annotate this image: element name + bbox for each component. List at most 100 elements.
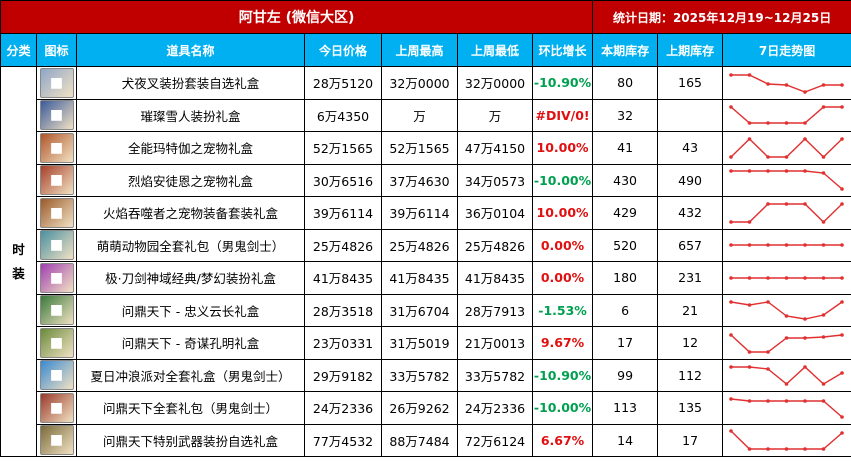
- trend-point: [840, 243, 844, 248]
- trend-cell: [722, 423, 851, 457]
- last-week-high-cell: 26万9262: [381, 391, 458, 425]
- column-header-today-price: 今日价格: [304, 33, 382, 67]
- previous-stock-cell: 112: [657, 358, 724, 392]
- last-week-low-cell: 21万0013: [457, 326, 533, 360]
- trend-point: [766, 243, 770, 248]
- trend-line: [731, 366, 843, 386]
- icon-glyph: ■: [49, 204, 64, 221]
- icon-cell: ■: [36, 293, 77, 327]
- trend-point: [729, 300, 733, 305]
- trend-point: [784, 243, 789, 248]
- item-name-cell: 问鼎天下特别武器装扮自选礼盒: [76, 423, 305, 457]
- previous-stock-cell: 21: [657, 293, 724, 327]
- trend-point: [803, 169, 807, 174]
- item-name-cell: 极·刀剑神域经典/梦幻装扮礼盒: [76, 261, 305, 295]
- change-cell: 10.00%: [531, 131, 594, 165]
- trend-point: [821, 171, 826, 176]
- trend-point: [784, 398, 789, 403]
- trend-line: [730, 430, 843, 450]
- column-header-last-week-low: 上周最低: [457, 33, 533, 67]
- trend-point: [766, 349, 770, 354]
- trend-sparkline: [729, 332, 844, 354]
- weapon-select-box-icon: ■: [39, 425, 74, 456]
- icon-glyph: ■: [49, 432, 64, 449]
- conquest-package-icon: ■: [39, 392, 74, 423]
- trend-point: [821, 447, 826, 452]
- trend-sparkline: [729, 105, 844, 126]
- trend-cell: [722, 293, 851, 327]
- last-week-low-cell: 万: [457, 98, 533, 132]
- trend-point: [747, 398, 752, 403]
- icon-cell: ■: [36, 196, 77, 230]
- trend-point: [729, 72, 733, 77]
- trend-point: [784, 382, 789, 387]
- last-week-high-cell: 41万8435: [381, 261, 458, 295]
- table-row: ■ 夏日冲浪派对全套礼盒（男鬼剑士） 29万9182 33万5782 33万57…: [1, 358, 851, 392]
- table-row: ■ 极·刀剑神域经典/梦幻装扮礼盒 41万8435 41万8435 41万843…: [1, 261, 851, 295]
- change-cell: 6.67%: [531, 423, 594, 457]
- change-cell: -10.90%: [531, 66, 594, 100]
- trend-sparkline: [729, 365, 844, 387]
- trend-cell: [722, 326, 851, 360]
- trend-point: [803, 447, 807, 452]
- column-header-category: 分类: [0, 33, 37, 67]
- trend-point: [784, 154, 789, 159]
- trend-point: [747, 136, 752, 141]
- trend-point: [840, 431, 844, 436]
- current-stock-cell: 80: [592, 66, 659, 100]
- item-name-cell: 问鼎天下全套礼包（男鬼剑士）: [76, 391, 305, 425]
- column-header-last-week-high: 上周最高: [381, 33, 458, 67]
- trend-point: [766, 447, 770, 452]
- trend-line: [730, 106, 843, 124]
- trend-line: [731, 203, 843, 223]
- pet-gift-box-icon: ■: [39, 132, 74, 163]
- last-week-low-cell: 47万4150: [457, 131, 533, 165]
- trend-point: [840, 371, 844, 376]
- trend-point: [729, 219, 733, 224]
- icon-cell: ■: [36, 228, 77, 262]
- column-header-current-stock: 本期库存: [592, 33, 659, 67]
- zoo-package-icon: ■: [39, 230, 74, 261]
- trend-point: [821, 382, 826, 387]
- icon-glyph: ■: [49, 367, 64, 384]
- trend-cell: [722, 358, 851, 392]
- last-week-high-cell: 万: [381, 98, 458, 132]
- last-week-high-cell: 37万4630: [381, 163, 458, 197]
- table-row: ■ 问鼎天下特别武器装扮自选礼盒 77万4532 88万7484 72万6124…: [1, 423, 851, 457]
- change-cell: -10.90%: [531, 358, 594, 392]
- statistics-period: 统计日期：2025年12月19~12月25日: [592, 0, 851, 34]
- trend-point: [747, 349, 752, 354]
- today-price-cell: 29万9182: [304, 358, 382, 392]
- last-week-high-cell: 52万1565: [381, 131, 458, 165]
- trend-sparkline: [729, 169, 844, 192]
- icon-glyph: ■: [49, 302, 64, 319]
- trend-cell: [722, 391, 851, 425]
- previous-stock-cell: [657, 98, 724, 132]
- icon-cell: ■: [36, 261, 77, 295]
- today-price-cell: 52万1565: [304, 131, 382, 165]
- trend-point: [747, 365, 752, 370]
- last-week-low-cell: 72万6124: [457, 423, 533, 457]
- change-cell: 9.67%: [531, 326, 594, 360]
- trend-point: [784, 335, 789, 340]
- trend-point: [803, 398, 807, 403]
- today-price-cell: 41万8435: [304, 261, 382, 295]
- previous-stock-cell: 657: [657, 228, 724, 262]
- table-row: ■ 问鼎天下全套礼包（男鬼剑士） 24万2336 26万9262 24万2336…: [1, 391, 851, 425]
- table-row: ■ 问鼎天下 - 忠义云长礼盒 28万3518 31万6704 28万7913 …: [1, 293, 851, 327]
- trend-point: [821, 243, 826, 248]
- column-header-change: 环比增长: [531, 33, 594, 67]
- icon-glyph: ■: [49, 74, 64, 91]
- trend-point: [821, 82, 826, 87]
- last-week-low-cell: 34万0573: [457, 163, 533, 197]
- trend-sparkline: [729, 275, 844, 280]
- trend-point: [747, 275, 752, 280]
- previous-stock-cell: 165: [657, 66, 724, 100]
- trend-point: [747, 121, 752, 126]
- today-price-cell: 30万6516: [304, 163, 382, 197]
- trend-line: [730, 137, 843, 158]
- previous-stock-cell: 43: [657, 131, 724, 165]
- column-header-trend: 7日走势图: [722, 33, 851, 67]
- trend-sparkline: [729, 243, 844, 248]
- trend-cell: [722, 261, 851, 295]
